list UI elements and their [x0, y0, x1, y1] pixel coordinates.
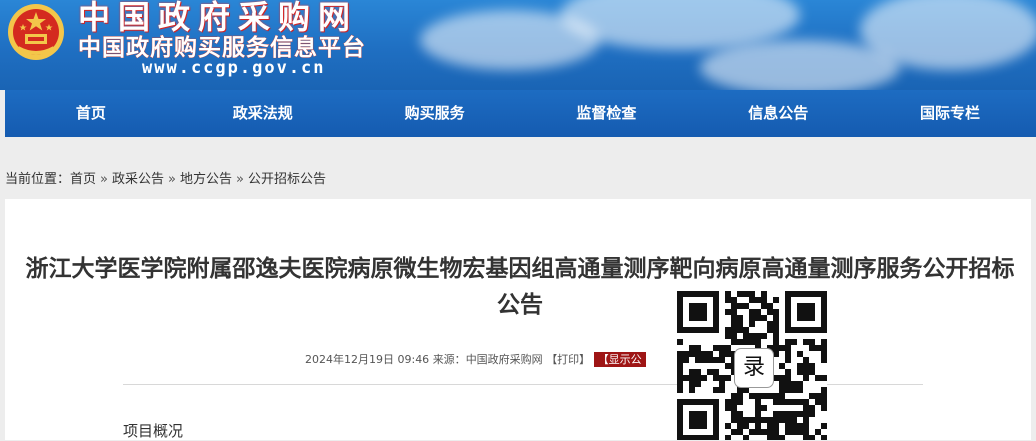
site-subtitle: 中国政府购买服务信息平台 [78, 35, 366, 62]
article-meta: 2024年12月19日 09:46 来源：中国政府采购网 【打印】 【显示公 [305, 351, 646, 367]
nav-item-home[interactable]: 首页 [5, 90, 177, 137]
nav-item-regulations[interactable]: 政采法规 [177, 90, 349, 137]
qr-finder-pattern [677, 399, 719, 440]
print-link[interactable]: 【打印】 [546, 353, 590, 366]
breadcrumb-item-home[interactable]: 首页 [70, 172, 96, 187]
breadcrumb-item-public-tender[interactable]: 公开招标公告 [248, 172, 326, 187]
qr-finder-pattern [677, 291, 719, 333]
nav-item-supervision[interactable]: 监督检查 [520, 90, 692, 137]
breadcrumb-separator: » [168, 172, 176, 187]
qr-finder-pattern [785, 291, 827, 333]
nav-item-purchase-services[interactable]: 购买服务 [349, 90, 521, 137]
article-title: 浙江大学医学院附属邵逸夫医院病原微生物宏基因组高通量测序靶向病原高通量测序服务公… [25, 256, 1015, 318]
nav-item-international[interactable]: 国际专栏 [864, 90, 1036, 137]
breadcrumb-prefix: 当前位置： [5, 172, 71, 187]
breadcrumb-separator: » [236, 172, 244, 187]
main-nav: 首页 政采法规 购买服务 监督检查 信息公告 国际专栏 [5, 90, 1036, 137]
section-heading: 项目概况 [123, 422, 184, 440]
qr-center-label: 录 [735, 349, 773, 387]
article-source-label: 来源： [432, 353, 466, 366]
nav-item-announcements[interactable]: 信息公告 [692, 90, 864, 137]
breadcrumb-separator: » [100, 172, 108, 187]
national-emblem-icon [8, 4, 64, 60]
breadcrumb-item-local-notices[interactable]: 地方公告 [180, 172, 232, 187]
article-source: 中国政府采购网 [465, 353, 543, 366]
article-date: 2024年12月19日 09:46 [305, 353, 430, 366]
header-banner: 中国政府采购网 中国政府购买服务信息平台 www.ccgp.gov.cn [0, 0, 1036, 90]
site-url: www.ccgp.gov.cn [142, 58, 326, 78]
show-announcement-button[interactable]: 【显示公 [593, 352, 646, 367]
article-panel: 浙江大学医学院附属邵逸夫医院病原微生物宏基因组高通量测序靶向病原高通量测序服务公… [5, 199, 1031, 440]
breadcrumb-item-procurement-notices[interactable]: 政采公告 [112, 172, 164, 187]
breadcrumb: 当前位置：首页 » 政采公告 » 地方公告 » 公开招标公告 [5, 168, 326, 187]
